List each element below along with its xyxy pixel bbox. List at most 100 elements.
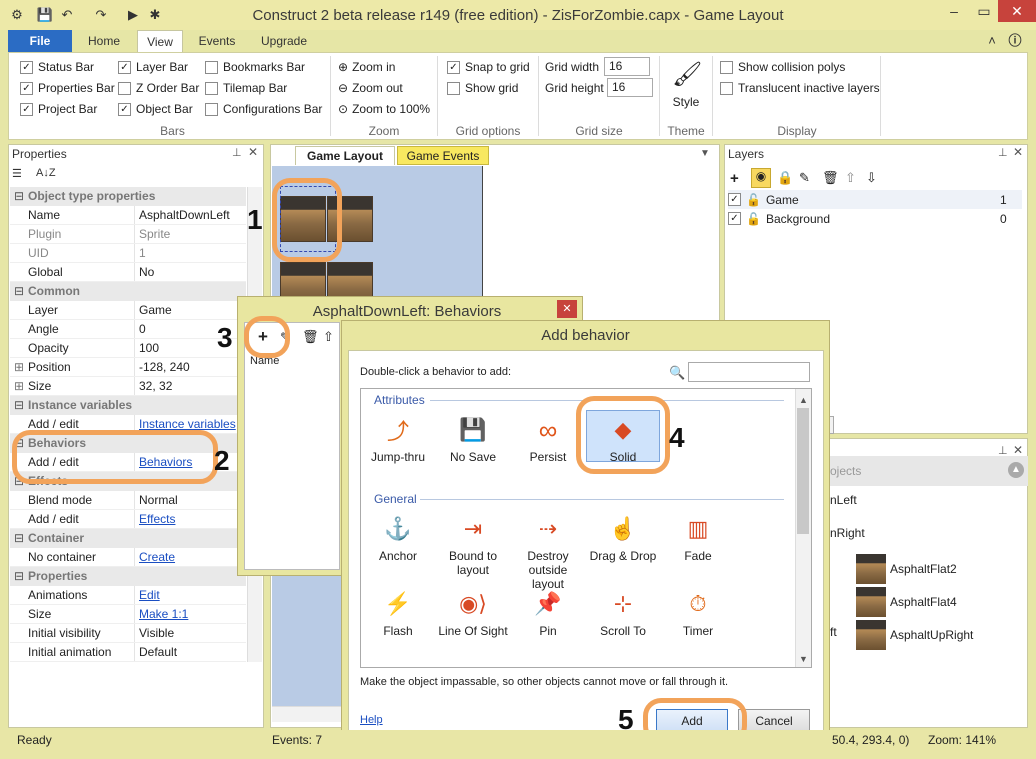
behavior-no-save[interactable]: 💾 No Save bbox=[438, 414, 508, 464]
property-value[interactable]: Instance variables bbox=[134, 415, 236, 433]
layer-row[interactable]: ✓ 🔓 Background 0 bbox=[728, 209, 1022, 228]
scroll-up-icon[interactable]: ▲ bbox=[799, 395, 808, 405]
delete-layer-icon[interactable]: 🗑 bbox=[822, 170, 839, 186]
objects-up-icon[interactable]: ▲ bbox=[1008, 462, 1024, 478]
panel-close-icon[interactable]: ✕ bbox=[1013, 443, 1023, 457]
properties-bar-checkbox[interactable]: ✓ Properties Bar bbox=[20, 79, 115, 97]
behavior-scroll-to[interactable]: ⊹ Scroll To bbox=[588, 588, 658, 638]
tab-game-events[interactable]: Game Events bbox=[397, 146, 489, 165]
collision-polys-checkbox[interactable]: Show collision polys bbox=[720, 58, 880, 76]
sort-categorized-icon[interactable]: ☰ bbox=[12, 167, 22, 180]
layer-row[interactable]: ✓ 🔓 Game 1 bbox=[728, 190, 1022, 209]
layer-visible-checkbox[interactable]: ✓ bbox=[728, 193, 741, 206]
behavior-bound-to-layout[interactable]: ⇥ Bound to layout bbox=[438, 513, 508, 577]
zorder-bar-checkbox[interactable]: Z Order Bar bbox=[118, 79, 199, 97]
collapse-icon[interactable]: ⊟ bbox=[10, 187, 28, 206]
help-link[interactable]: Help bbox=[360, 714, 383, 726]
collapse-icon[interactable]: ⊟ bbox=[10, 472, 28, 491]
pin-icon[interactable]: ⊥ bbox=[998, 444, 1008, 457]
style-brush-icon[interactable]: 🖌 bbox=[672, 60, 702, 90]
edit-behavior-icon[interactable]: ✎ bbox=[280, 330, 290, 344]
zoom-100-button[interactable]: ⊙ Zoom to 100% bbox=[338, 100, 430, 118]
ribbon-collapse-icon[interactable]: ˄ bbox=[984, 30, 1000, 52]
object-row[interactable]: AsphaltFlat4 bbox=[856, 585, 1026, 618]
translucent-layers-checkbox[interactable]: Translucent inactive layers bbox=[720, 79, 880, 97]
grid-options-label: Grid options bbox=[455, 124, 521, 138]
style-button[interactable]: Style bbox=[668, 95, 704, 109]
panel-close-icon[interactable]: ✕ bbox=[1013, 145, 1023, 159]
collapse-icon[interactable]: ⊟ bbox=[10, 529, 28, 548]
pin-icon[interactable]: ⊥ bbox=[998, 146, 1008, 159]
property-value[interactable]: Make 1:1 bbox=[134, 605, 188, 623]
behavior-solid[interactable]: ◆ Solid bbox=[588, 414, 658, 464]
minimize-icon[interactable]: – bbox=[940, 0, 968, 22]
project-bar-checkbox[interactable]: ✓ Project Bar bbox=[20, 100, 115, 118]
scroll-down-icon[interactable]: ▼ bbox=[799, 654, 808, 664]
behavior-persist[interactable]: ∞ Persist bbox=[513, 414, 583, 465]
add-layer-icon[interactable]: + bbox=[730, 170, 739, 187]
info-icon[interactable]: ⓘ bbox=[1006, 30, 1024, 52]
maximize-icon[interactable]: ▭ bbox=[970, 0, 998, 22]
behavior-flash[interactable]: ⚡ Flash bbox=[363, 588, 433, 638]
zoom-out-button[interactable]: ⊖ Zoom out bbox=[338, 79, 430, 97]
panel-close-icon[interactable]: ✕ bbox=[248, 145, 258, 159]
lock-icon[interactable]: 🔒 bbox=[777, 170, 793, 186]
eye-icon[interactable]: ◉ bbox=[751, 168, 771, 188]
show-grid-checkbox[interactable]: Show grid bbox=[447, 79, 530, 97]
behavior-drag-drop[interactable]: ☝ Drag & Drop bbox=[588, 513, 658, 563]
lock-icon[interactable]: 🔓 bbox=[746, 212, 761, 226]
property-value[interactable]: Behaviors bbox=[134, 453, 192, 471]
sprite-asphalt-tile[interactable] bbox=[327, 196, 373, 242]
status-bar-checkbox[interactable]: ✓ Status Bar bbox=[20, 58, 115, 76]
behavior-search-input[interactable] bbox=[688, 362, 810, 382]
tilemap-bar-checkbox[interactable]: Tilemap Bar bbox=[205, 79, 322, 97]
collapse-icon[interactable]: ⊟ bbox=[10, 282, 28, 301]
tab-events[interactable]: Events bbox=[192, 30, 242, 52]
delete-behavior-icon[interactable]: 🗑 bbox=[302, 329, 319, 345]
bookmarks-bar-checkbox[interactable]: Bookmarks Bar bbox=[205, 58, 322, 76]
sort-alpha-icon[interactable]: A↓Z bbox=[36, 167, 56, 179]
property-value[interactable]: Edit bbox=[134, 586, 160, 604]
edit-layer-icon[interactable]: ✎ bbox=[799, 170, 810, 186]
collapse-icon[interactable]: ⊟ bbox=[10, 434, 28, 453]
move-up-icon[interactable]: ⇧ bbox=[845, 170, 856, 186]
configurations-bar-checkbox[interactable]: Configurations Bar bbox=[205, 100, 322, 118]
grid-height-input[interactable]: 16 bbox=[607, 78, 653, 97]
behaviors-close-icon[interactable]: ✕ bbox=[557, 300, 577, 318]
collapse-icon[interactable]: ⊟ bbox=[10, 396, 28, 415]
property-value[interactable]: Create bbox=[134, 548, 175, 566]
behavior-fade[interactable]: ▥ Fade bbox=[663, 513, 733, 563]
object-bar-checkbox[interactable]: ✓ Object Bar bbox=[118, 100, 199, 118]
tab-file[interactable]: File bbox=[8, 30, 72, 52]
collapse-icon[interactable]: ⊟ bbox=[10, 567, 28, 586]
property-value[interactable]: Effects bbox=[134, 510, 175, 528]
tab-upgrade[interactable]: Upgrade bbox=[252, 30, 316, 52]
lock-icon[interactable]: 🔓 bbox=[746, 193, 761, 207]
tabs-dropdown-icon[interactable]: ▼ bbox=[700, 148, 710, 159]
behavior-anchor[interactable]: ⚓ Anchor bbox=[363, 513, 433, 563]
object-thumbnail bbox=[856, 553, 886, 584]
tab-home[interactable]: Home bbox=[80, 30, 128, 52]
add-behavior-icon[interactable]: + bbox=[258, 327, 268, 347]
move-up-icon[interactable]: ⇧ bbox=[323, 329, 334, 345]
object-row[interactable]: AsphaltUpRight bbox=[856, 618, 1026, 651]
tab-game-layout[interactable]: Game Layout bbox=[295, 146, 395, 165]
move-down-icon[interactable]: ⇩ bbox=[866, 170, 877, 186]
behavior-jump-thru[interactable]: ⤴ Jump-thru bbox=[363, 414, 433, 464]
expand-icon[interactable]: ⊞ bbox=[10, 358, 28, 376]
behavior-pin[interactable]: 📌 Pin bbox=[513, 588, 583, 638]
behavior-destroy-outside-layout[interactable]: ⇢ Destroy outside layout bbox=[513, 513, 583, 591]
behavior-timer[interactable]: ⏱ Timer bbox=[663, 588, 733, 638]
zoom-in-button[interactable]: ⊕ Zoom in bbox=[338, 58, 430, 76]
expand-icon[interactable]: ⊞ bbox=[10, 377, 28, 395]
object-row[interactable]: AsphaltFlat2 bbox=[856, 552, 1026, 585]
grid-width-input[interactable]: 16 bbox=[604, 57, 650, 76]
behavior-line-of-sight[interactable]: ◉⟩ Line Of Sight bbox=[438, 588, 508, 638]
scroll-thumb[interactable] bbox=[797, 408, 809, 534]
pin-icon[interactable]: ⊥ bbox=[232, 146, 242, 159]
snap-to-grid-checkbox[interactable]: ✓ Snap to grid bbox=[447, 58, 530, 76]
layer-bar-checkbox[interactable]: ✓ Layer Bar bbox=[118, 58, 199, 76]
layer-visible-checkbox[interactable]: ✓ bbox=[728, 212, 741, 225]
close-icon[interactable]: ✕ bbox=[998, 0, 1036, 22]
tab-view[interactable]: View bbox=[137, 30, 183, 52]
